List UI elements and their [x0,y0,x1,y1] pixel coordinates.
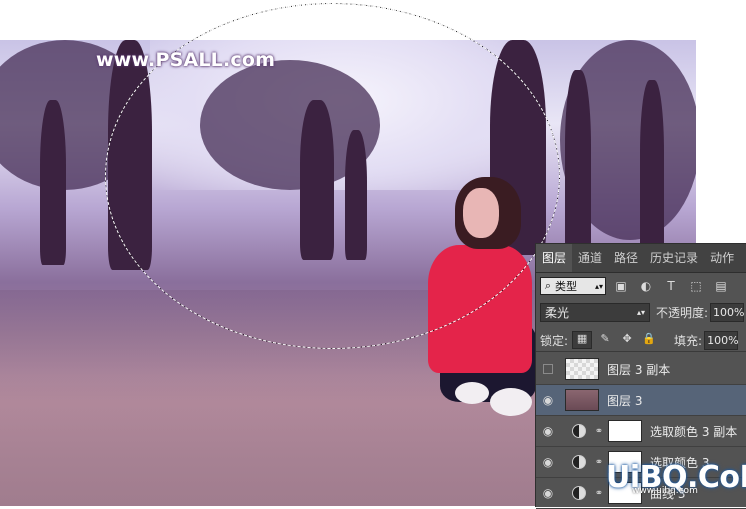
layer-name: 图层 3 [607,393,643,408]
layer-row[interactable]: ◉ ⚭ 选取颜色 3 副本 [536,416,746,447]
tab-channels[interactable]: 通道 [572,244,608,272]
chevron-down-icon: ▴▾ [637,307,646,317]
lock-row: 锁定: ▦ ✎ ✥ 🔒 填充: 100% [536,329,746,352]
tab-history[interactable]: 历史记录 [644,244,704,272]
eye-icon[interactable]: ◉ [536,393,560,407]
link-icon: ⚭ [594,456,604,468]
fill-input[interactable]: 100% [704,330,739,350]
tab-paths[interactable]: 路径 [608,244,644,272]
adjustment-layer-icon [572,486,586,500]
girl-shoe [455,382,489,404]
lock-move-icon[interactable]: ✥ [618,332,636,348]
layer-name: 选取颜色 3 副本 [650,424,738,439]
blend-mode-select[interactable]: 柔光 ▴▾ [540,302,650,322]
tab-actions[interactable]: 动作 [704,244,740,272]
layer-row[interactable]: 图层 3 副本 [536,354,746,385]
eye-icon[interactable]: ◉ [536,424,560,438]
layer-thumbnail [565,389,599,411]
watermark-text: www.PSALL.com [96,49,276,71]
tree-trunk [40,100,66,265]
shape-filter-icon[interactable]: ⬚ [686,279,706,293]
adjustment-layer-icon [572,455,586,469]
lock-all-icon[interactable]: 🔒 [640,332,658,348]
lock-paint-icon[interactable]: ✎ [596,332,614,348]
eye-icon[interactable]: ◉ [536,455,560,469]
site-logo-url: www.uibq.com [632,486,698,496]
adjustment-layer-icon [572,424,586,438]
layer-thumbnail [565,358,599,380]
mask-thumbnail [608,420,642,442]
panel-tabs: 图层 通道 路径 历史记录 动作 [536,244,746,273]
type-filter-icon[interactable]: T [661,279,681,293]
layer-name: 图层 3 副本 [607,362,671,377]
lock-transparency-icon[interactable]: ▦ [572,331,593,349]
layer-filter-select[interactable]: ⌕ 类型 ▴▾ [540,277,606,295]
smart-object-filter-icon[interactable]: ▤ [711,279,731,293]
tree-trunk [565,70,591,260]
link-icon: ⚭ [594,487,604,499]
layer-row-selected[interactable]: ◉ 图层 3 [536,385,746,416]
visibility-toggle-off[interactable] [543,364,553,374]
lock-label: 锁定: [540,333,569,348]
adjustment-filter-icon[interactable]: ◐ [636,279,656,293]
image-filter-icon[interactable]: ▣ [611,279,631,293]
tab-layers[interactable]: 图层 [536,244,573,272]
filter-row: ⌕ 类型 ▴▾ ▣ ◐ T ⬚ ▤ [536,273,746,299]
opacity-label: 不透明度: [656,305,709,320]
opacity-input[interactable]: 100% [710,302,745,322]
filter-value: 类型 [555,280,577,293]
tree-trunk [640,80,664,260]
eye-icon[interactable]: ◉ [536,486,560,500]
search-icon: ⌕ [544,279,552,292]
link-icon: ⚭ [594,425,604,437]
stepper-icon: ▴▾ [595,281,604,291]
girl-shoe [490,388,532,416]
blend-row: 柔光 ▴▾ 不透明度: 100% [536,301,746,323]
blend-mode-value: 柔光 [545,305,570,320]
fill-label: 填充: [674,333,703,348]
